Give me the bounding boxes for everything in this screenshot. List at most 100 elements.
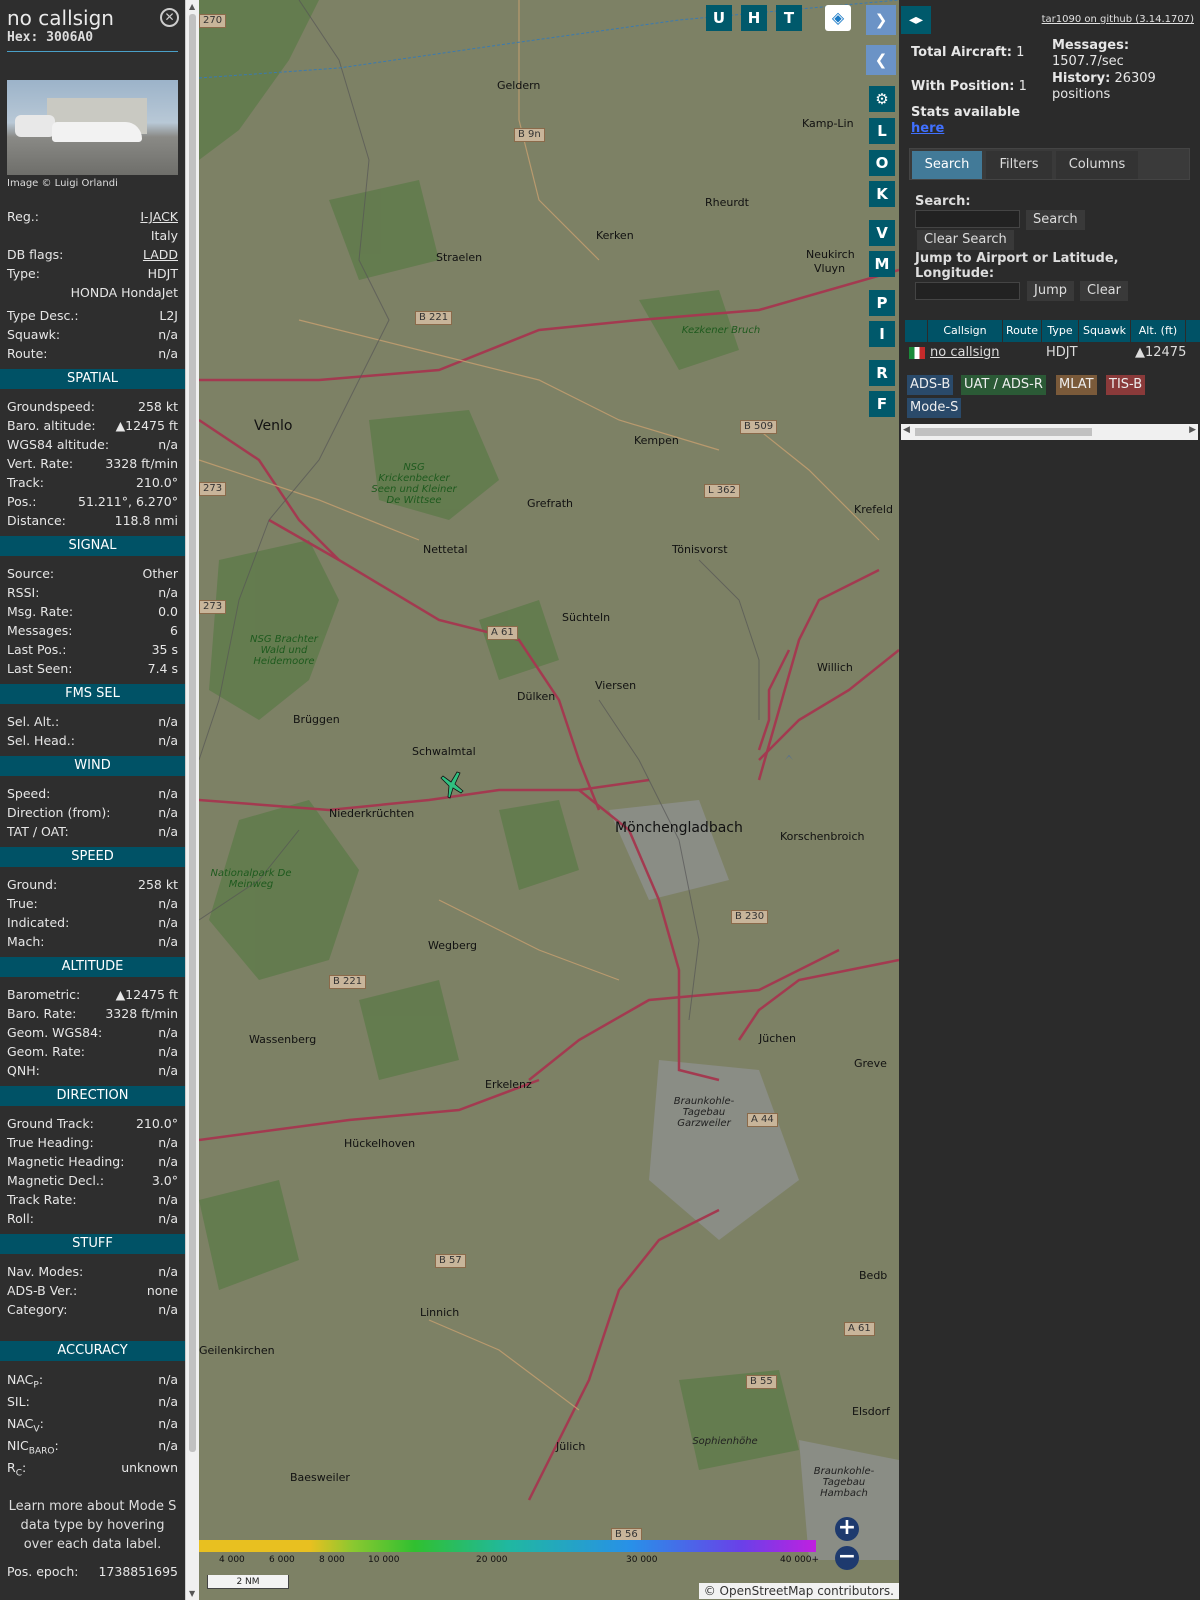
speed-row: Indicated: n/a	[7, 915, 178, 930]
road-label: 270	[199, 14, 227, 28]
italy-flag-icon	[909, 347, 925, 359]
road-label: B 57	[435, 1254, 466, 1268]
chevron-left-icon[interactable]: ❮	[866, 45, 896, 75]
signal-row: Messages: 6	[7, 623, 178, 638]
section-spatial: SPATIAL	[0, 369, 185, 389]
table-horizontal-scrollbar[interactable]: ◀ ▶	[901, 424, 1198, 440]
country-row: Italy	[150, 228, 178, 243]
jump-label: Jump to Airport or Latitude, Longitude:	[915, 251, 1119, 281]
map-label: Jülich	[556, 1440, 586, 1453]
row-altitude: ▲12475	[1135, 345, 1187, 360]
altitude-row: Geom. WGS84: n/a	[7, 1025, 178, 1040]
section-wind: WIND	[0, 756, 185, 776]
map-button-r[interactable]: R	[869, 360, 895, 386]
altitude-row: Geom. Rate: n/a	[7, 1044, 178, 1059]
stats-link[interactable]: here	[911, 121, 944, 136]
map-button-o[interactable]: O	[869, 150, 895, 176]
map-button-p[interactable]: P	[869, 290, 895, 316]
close-icon[interactable]: ✕	[160, 8, 179, 27]
map-label: Sophienhöhe	[692, 1436, 758, 1447]
map-label: Baesweiler	[290, 1471, 350, 1484]
stuff-row: Category: n/a	[7, 1302, 178, 1317]
map-label: Tönisvorst	[672, 543, 728, 556]
altitude-row: QNH: n/a	[7, 1063, 178, 1078]
map-view[interactable]: Geldern Straelen Kerken Rheurdt Kamp-Lin Neuk…	[199, 0, 899, 1600]
map-label: Jüchen	[759, 1032, 796, 1045]
badge-tisb: TIS-B	[1106, 375, 1146, 395]
map-label: Elsdorf	[852, 1405, 890, 1418]
tab-filters[interactable]: Filters	[986, 151, 1052, 179]
map-label: Wassenberg	[249, 1033, 317, 1046]
map-label: Mönchengladbach	[615, 820, 743, 836]
fms-row: Sel. Head.: n/a	[7, 733, 178, 748]
col-route[interactable]: Route	[1003, 320, 1041, 342]
map-label: Grefrath	[527, 497, 573, 510]
map-button-u[interactable]: U	[706, 5, 732, 31]
signal-row: RSSI: n/a	[7, 585, 178, 600]
stuff-row: Nav. Modes: n/a	[7, 1264, 178, 1279]
altitude-legend-label: 30 000	[626, 1555, 658, 1565]
map-button-v[interactable]: V	[869, 220, 895, 246]
direction-row: Magnetic Decl.: 3.0°	[7, 1173, 178, 1188]
reg-link[interactable]: I-JACK	[140, 207, 178, 226]
jump-input[interactable]	[915, 282, 1020, 300]
map-label: Korschenbroich	[780, 830, 865, 843]
tab-columns[interactable]: Columns	[1056, 151, 1138, 179]
jump-button[interactable]: Jump	[1027, 281, 1074, 301]
typedesc-row: Type Desc.: L2J	[7, 308, 178, 323]
col-callsign[interactable]: Callsign	[928, 320, 1002, 342]
github-link[interactable]: tar1090 on github (3.14.1707)	[1042, 14, 1194, 25]
section-fms: FMS SEL	[0, 684, 185, 704]
search-button[interactable]: Search	[1026, 210, 1085, 230]
search-label: Search:	[915, 194, 971, 209]
spatial-row: Track: 210.0°	[7, 475, 178, 490]
zoom-in-button[interactable]: +	[835, 1517, 859, 1541]
map-button-i[interactable]: I	[869, 321, 895, 347]
info-scrollbar[interactable]: ▲ ▼	[185, 0, 199, 1600]
tab-search[interactable]: Search	[912, 151, 982, 179]
dbflags-link[interactable]: LADD	[143, 245, 178, 264]
type-name-row: HONDA HondaJet	[70, 285, 178, 300]
map-button-t[interactable]: T	[776, 5, 802, 31]
spatial-row: Groundspeed: 258 kt	[7, 399, 178, 414]
altitude-color-legend	[199, 1540, 816, 1552]
map-label: Erkelenz	[485, 1078, 532, 1091]
zoom-out-button[interactable]: −	[835, 1546, 859, 1570]
squawk-row: Squawk: n/a	[7, 327, 178, 342]
row-callsign[interactable]: no callsign	[930, 344, 1000, 362]
altitude-row: Barometric: ▲12475 ft	[7, 987, 178, 1002]
altitude-legend-label: 4 000	[219, 1555, 245, 1565]
map-button-f[interactable]: F	[869, 391, 895, 417]
map-button-m[interactable]: M	[869, 251, 895, 277]
direction-row: Roll: n/a	[7, 1211, 178, 1226]
col-type[interactable]: Type	[1042, 320, 1078, 342]
map-copyright[interactable]: © OpenStreetMap contributors.	[698, 1583, 899, 1599]
road-label: B 221	[329, 975, 367, 989]
map-label: Süchteln	[562, 611, 611, 624]
map-label: Viersen	[595, 679, 637, 692]
layers-icon[interactable]: ◈	[825, 5, 851, 31]
road-label: B 9n	[514, 128, 545, 142]
col-squawk[interactable]: Squawk	[1079, 320, 1130, 342]
map-button-l[interactable]: L	[869, 118, 895, 144]
spatial-row: WGS84 altitude: n/a	[7, 437, 178, 452]
road-label: A 61	[487, 626, 518, 640]
col-more[interactable]	[1186, 320, 1200, 342]
section-stuff: STUFF	[0, 1234, 185, 1254]
settings-gear-icon[interactable]: ⚙	[869, 86, 895, 112]
map-label: Braunkohle-Tagebau Garzweiler	[673, 1096, 735, 1129]
selected-hex: Hex: 3006A0	[7, 30, 94, 45]
search-input[interactable]	[915, 210, 1020, 228]
map-label: Vluyn	[814, 262, 846, 275]
map-label: Hückelhoven	[344, 1137, 416, 1150]
map-button-k[interactable]: K	[869, 181, 895, 207]
chevron-right-icon[interactable]: ❯	[866, 5, 896, 35]
clear-search-button[interactable]: Clear Search	[917, 230, 1014, 250]
aircraft-photo[interactable]	[7, 80, 178, 175]
clear-button[interactable]: Clear	[1080, 281, 1128, 301]
map-button-h[interactable]: H	[741, 5, 767, 31]
col-altitude[interactable]: Alt. (ft)	[1131, 320, 1185, 342]
road-label: 273	[199, 482, 227, 496]
spatial-row: Vert. Rate: 3328 ft/min	[7, 456, 178, 471]
expand-collapse-icon[interactable]: ◂▸	[901, 6, 931, 34]
